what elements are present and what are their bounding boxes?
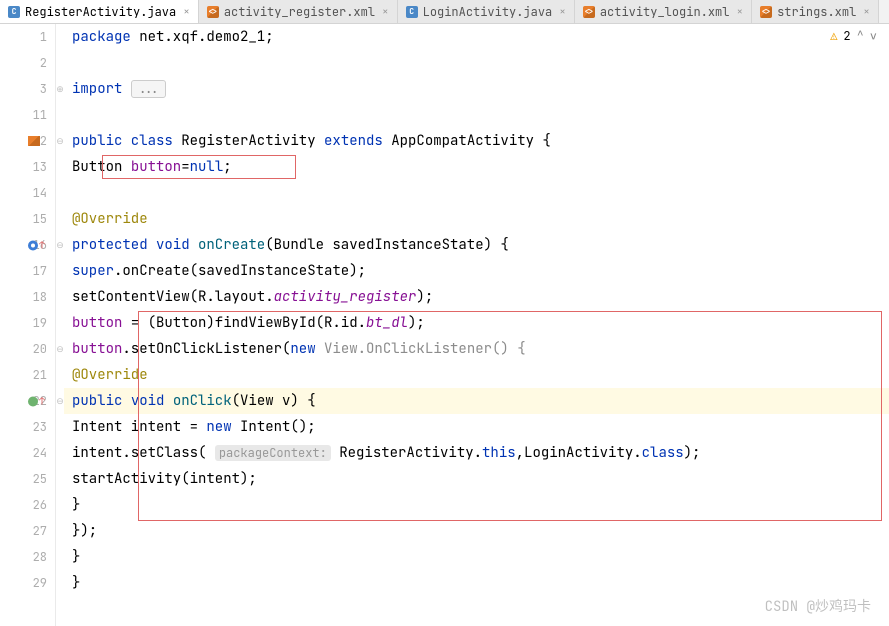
line-number[interactable]: 29 [0,570,55,596]
java-file-icon: C [8,6,20,18]
tab-label: LoginActivity.java [423,4,553,20]
fold-column: ⊕ ⊖ ⊖ ⊖ ⊖ [56,24,64,626]
tabs-overflow-button[interactable]: ⋮ [879,0,889,23]
line-number[interactable]: 17 [0,258,55,284]
line-number[interactable]: 13 [0,154,55,180]
line-number[interactable]: ↑16 [0,232,55,258]
line-number[interactable]: 19 [0,310,55,336]
fold-toggle[interactable]: ⊖ [56,128,64,154]
close-icon[interactable]: × [382,5,389,19]
gutter: 1 2 3 11 12 13 14 15 ↑16 17 18 19 20 21 … [0,24,56,626]
line-number[interactable]: 26 [0,492,55,518]
tab-label: RegisterActivity.java [25,4,176,20]
line-number[interactable]: 25 [0,466,55,492]
implements-icon[interactable] [28,396,38,406]
xml-file-icon: <> [760,6,772,18]
line-number[interactable]: ↑22 [0,388,55,414]
warning-count: 2 [843,28,850,44]
line-number[interactable]: 23 [0,414,55,440]
tab-register-activity[interactable]: C RegisterActivity.java × [0,0,199,23]
line-number[interactable]: 27 [0,518,55,544]
related-xml-icon[interactable] [28,136,40,146]
up-arrow-icon[interactable]: ↑ [39,395,45,408]
fold-toggle[interactable]: ⊕ [56,76,64,102]
warning-icon: ⚠ [830,28,837,44]
line-number[interactable]: 21 [0,362,55,388]
xml-file-icon: <> [583,6,595,18]
chevron-down-icon[interactable]: ∨ [870,28,877,44]
tab-label: activity_login.xml [600,4,730,20]
inspection-badge[interactable]: ⚠ 2 ^ ∨ [830,28,877,44]
line-number[interactable]: 28 [0,544,55,570]
fold-toggle[interactable]: ⊖ [56,336,64,362]
line-number[interactable]: 12 [0,128,55,154]
tab-label: activity_register.xml [224,4,375,20]
fold-toggle[interactable]: ⊖ [56,388,64,414]
tab-label: strings.xml [777,4,856,20]
tab-login-activity[interactable]: C LoginActivity.java × [398,0,575,23]
close-icon[interactable]: × [559,5,566,19]
close-icon[interactable]: × [863,5,870,19]
close-icon[interactable]: × [183,5,190,19]
line-number[interactable]: 15 [0,206,55,232]
line-number[interactable]: 24 [0,440,55,466]
chevron-up-icon[interactable]: ^ [857,28,864,44]
editor: 1 2 3 11 12 13 14 15 ↑16 17 18 19 20 21 … [0,24,889,626]
fold-toggle[interactable] [56,24,64,50]
tab-bar: C RegisterActivity.java × <> activity_re… [0,0,889,24]
parameter-hint: packageContext: [215,445,331,461]
java-file-icon: C [406,6,418,18]
close-icon[interactable]: × [736,5,743,19]
line-number[interactable]: 11 [0,102,55,128]
line-number[interactable]: 3 [0,76,55,102]
tab-activity-login-xml[interactable]: <> activity_login.xml × [575,0,752,23]
tab-activity-register-xml[interactable]: <> activity_register.xml × [199,0,398,23]
xml-file-icon: <> [207,6,219,18]
line-number[interactable]: 14 [0,180,55,206]
code-area[interactable]: ⚠ 2 ^ ∨ package net.xqf.demo2_1; import … [64,24,889,626]
up-arrow-icon[interactable]: ↑ [39,239,45,252]
tab-strings-xml[interactable]: <> strings.xml × [752,0,879,23]
line-number[interactable]: 18 [0,284,55,310]
folded-imports[interactable]: ... [131,80,167,98]
line-number[interactable]: 20 [0,336,55,362]
override-icon[interactable] [28,240,38,250]
fold-toggle[interactable]: ⊖ [56,232,64,258]
line-number[interactable]: 2 [0,50,55,76]
line-number[interactable]: 1 [0,24,55,50]
